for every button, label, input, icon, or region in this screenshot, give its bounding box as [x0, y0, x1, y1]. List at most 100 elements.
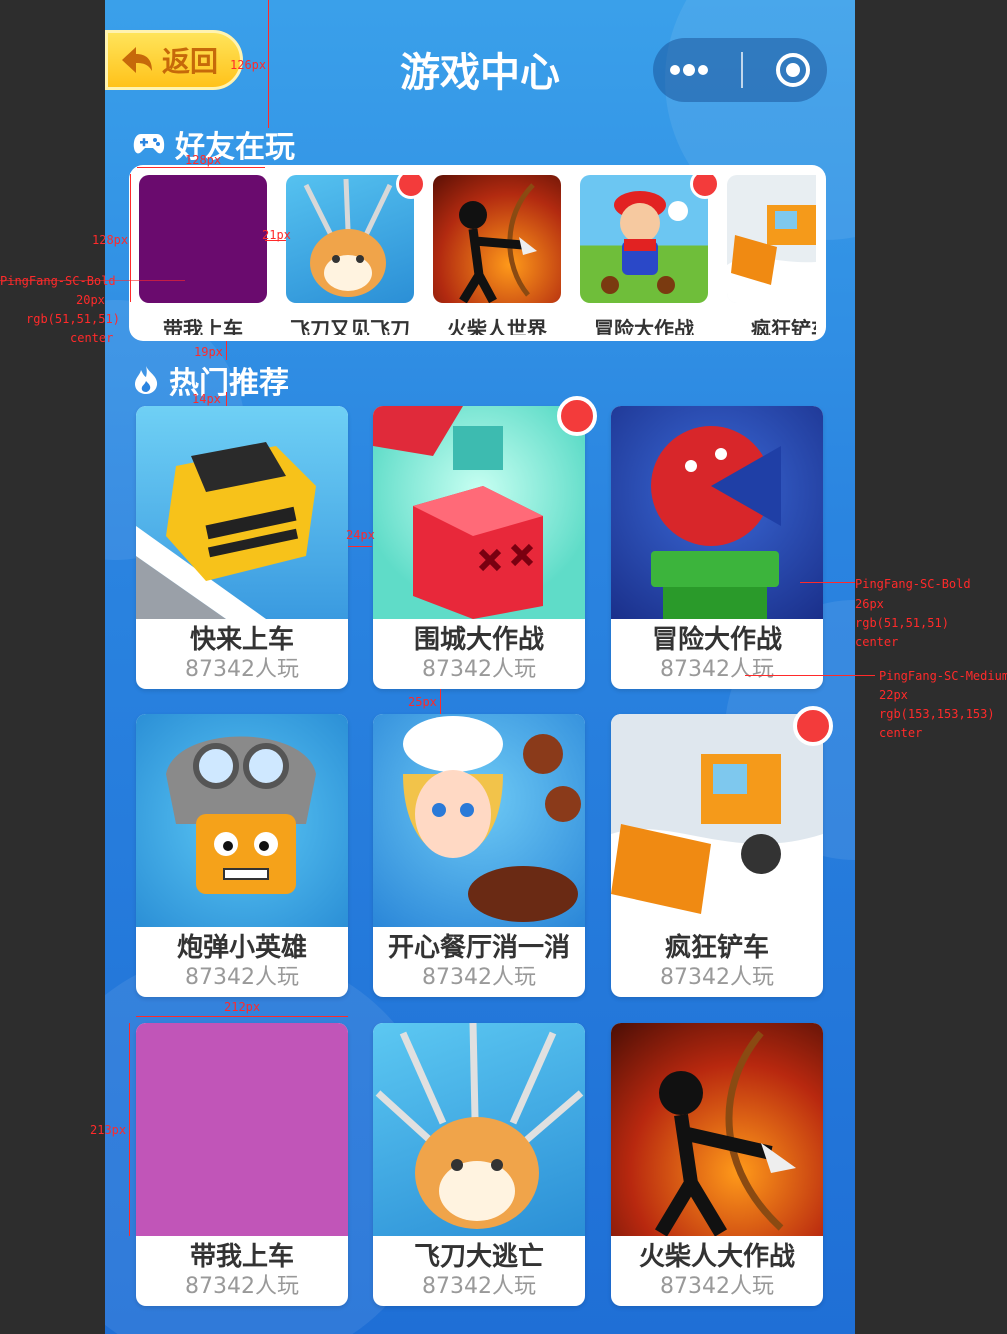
phone-screen: 返回 游戏中心 好友在玩 带我上车 飞刀又见飞刀 火柴人世界 冒险大作战 疯狂铲… — [105, 0, 855, 1334]
hot-game-play-count: 87342人玩 — [422, 1274, 536, 1299]
annotation-label: PingFang-SC-Bold — [0, 274, 116, 288]
annotation-line — [136, 1016, 348, 1017]
friend-game-thumbnail — [727, 175, 816, 303]
friends-scroll-row[interactable]: 带我上车 飞刀又见飞刀 火柴人世界 冒险大作战 疯狂铲 — [139, 175, 816, 335]
hot-game-card[interactable]: 冒险大作战 87342人玩 — [611, 406, 823, 689]
annotation-line — [800, 582, 855, 583]
annotation-label: center — [855, 635, 899, 649]
annotation-label: 20px — [76, 293, 105, 307]
flame-icon — [135, 366, 158, 394]
friend-game-item[interactable]: 火柴人世界 — [433, 175, 561, 335]
friend-game-item[interactable]: 冒险大作战 — [580, 175, 720, 335]
hot-game-play-count: 87342人玩 — [185, 1274, 299, 1299]
gamepad-icon — [133, 134, 165, 154]
annotation-line — [440, 689, 441, 714]
friend-game-name: 冒险大作战 — [594, 317, 694, 335]
red-cube-art — [373, 406, 543, 619]
annotation-label: 128px — [185, 153, 222, 167]
new-badge-dot — [557, 396, 597, 436]
annotation-label: 25px — [408, 695, 437, 709]
hot-game-name: 快来上车 — [189, 625, 294, 655]
friend-game-name: 疯狂铲车 — [751, 317, 816, 335]
hot-game-card[interactable]: 炮弹小英雄 87342人玩 — [136, 714, 348, 997]
chef-girl-art — [403, 716, 581, 922]
hot-game-name: 火柴人大作战 — [638, 1242, 795, 1272]
annotation-label: rgb(153,153,153) — [879, 707, 995, 721]
hot-section-title: 热门推荐 — [169, 366, 289, 401]
more-dots-icon[interactable] — [669, 64, 709, 76]
annotation-label: rgb(51,51,51) — [855, 616, 949, 630]
annotation-line — [130, 174, 131, 302]
annotation-line — [226, 341, 227, 360]
hot-game-card[interactable]: 疯狂铲车 87342人玩 — [611, 714, 823, 997]
capsule-divider — [741, 52, 743, 88]
annotation-label: 212px — [224, 1000, 261, 1014]
annotation-label: 126px — [230, 58, 267, 72]
annotation-line — [0, 280, 185, 281]
stickman-archer-art — [654, 1030, 796, 1236]
yellow-car-art — [136, 442, 316, 619]
hot-game-thumbnail — [136, 406, 348, 619]
plumber-hero-art — [601, 191, 688, 294]
annotation-label: center — [70, 331, 114, 345]
hot-game-name: 带我上车 — [189, 1242, 294, 1272]
bulldozer-art — [611, 754, 823, 927]
hot-game-thumbnail — [136, 714, 348, 927]
annotation-line — [348, 546, 372, 547]
friend-game-item[interactable]: 飞刀又见飞刀 — [286, 175, 426, 335]
hot-game-play-count: 87342人玩 — [660, 1274, 774, 1299]
hot-game-card[interactable]: 围城大作战 87342人玩 — [373, 406, 585, 689]
shiba-knife-art — [303, 178, 393, 297]
friend-game-item[interactable]: 带我上车 — [139, 175, 267, 335]
friend-game-thumbnail — [580, 175, 708, 303]
annotation-label: PingFang-SC-Bold — [855, 577, 971, 591]
hot-game-name: 冒险大作战 — [651, 625, 782, 655]
hot-game-play-count: 87342人玩 — [185, 965, 299, 990]
annotation-label: 26px — [855, 597, 884, 611]
annotation-label: center — [879, 726, 923, 740]
hot-game-card[interactable]: 快来上车 87342人玩 — [136, 406, 348, 689]
hot-game-name: 疯狂铲车 — [664, 933, 769, 963]
hot-game-thumbnail — [373, 1023, 585, 1236]
hot-game-card[interactable]: 带我上车 87342人玩 — [136, 1023, 348, 1306]
hot-game-play-count: 87342人玩 — [422, 965, 536, 990]
hot-game-thumbnail — [611, 714, 823, 927]
annotation-label: 24px — [346, 528, 375, 542]
friend-game-thumbnail — [286, 175, 414, 303]
annotation-label: rgb(51,51,51) — [26, 312, 120, 326]
new-badge-dot — [690, 175, 720, 199]
annotation-label: 14px — [192, 392, 221, 406]
friend-game-item[interactable]: 疯狂铲车 — [727, 175, 816, 335]
new-badge-dot — [793, 706, 833, 746]
mini-program-capsule — [653, 38, 827, 102]
friend-game-name: 火柴人世界 — [447, 317, 547, 335]
hot-game-thumbnail — [611, 1023, 823, 1236]
annotation-label: 19px — [194, 345, 223, 359]
hot-game-card[interactable]: 火柴人大作战 87342人玩 — [611, 1023, 823, 1306]
piranha-plant-art — [651, 426, 781, 619]
hot-game-thumbnail — [373, 406, 585, 619]
friend-game-name: 带我上车 — [163, 317, 243, 335]
bulldozer-art — [727, 205, 816, 303]
stickman-archer-art — [459, 183, 537, 303]
new-badge-dot — [396, 175, 426, 199]
hot-game-play-count: 87342人玩 — [422, 657, 536, 682]
friend-game-thumbnail — [433, 175, 561, 303]
friend-game-thumbnail — [139, 175, 267, 303]
hot-game-name: 开心餐厅消一消 — [387, 933, 570, 963]
hot-game-card[interactable]: 开心餐厅消一消 87342人玩 — [373, 714, 585, 997]
hot-game-name: 飞刀大逃亡 — [413, 1242, 544, 1272]
hot-game-play-count: 87342人玩 — [660, 657, 774, 682]
annotation-line — [226, 392, 227, 406]
annotation-line — [745, 675, 875, 676]
annotation-line — [137, 167, 265, 168]
annotation-label: PingFang-SC-Medium — [879, 669, 1007, 683]
hot-game-thumbnail — [373, 714, 585, 927]
friend-game-name: 飞刀又见飞刀 — [290, 317, 410, 335]
hot-game-play-count: 87342人玩 — [660, 965, 774, 990]
annotation-label: 128px — [92, 233, 129, 247]
hot-game-card[interactable]: 飞刀大逃亡 87342人玩 — [373, 1023, 585, 1306]
annotation-line — [129, 1023, 130, 1236]
target-circle-icon[interactable] — [775, 52, 811, 88]
shiba-knife-art — [375, 1023, 584, 1229]
